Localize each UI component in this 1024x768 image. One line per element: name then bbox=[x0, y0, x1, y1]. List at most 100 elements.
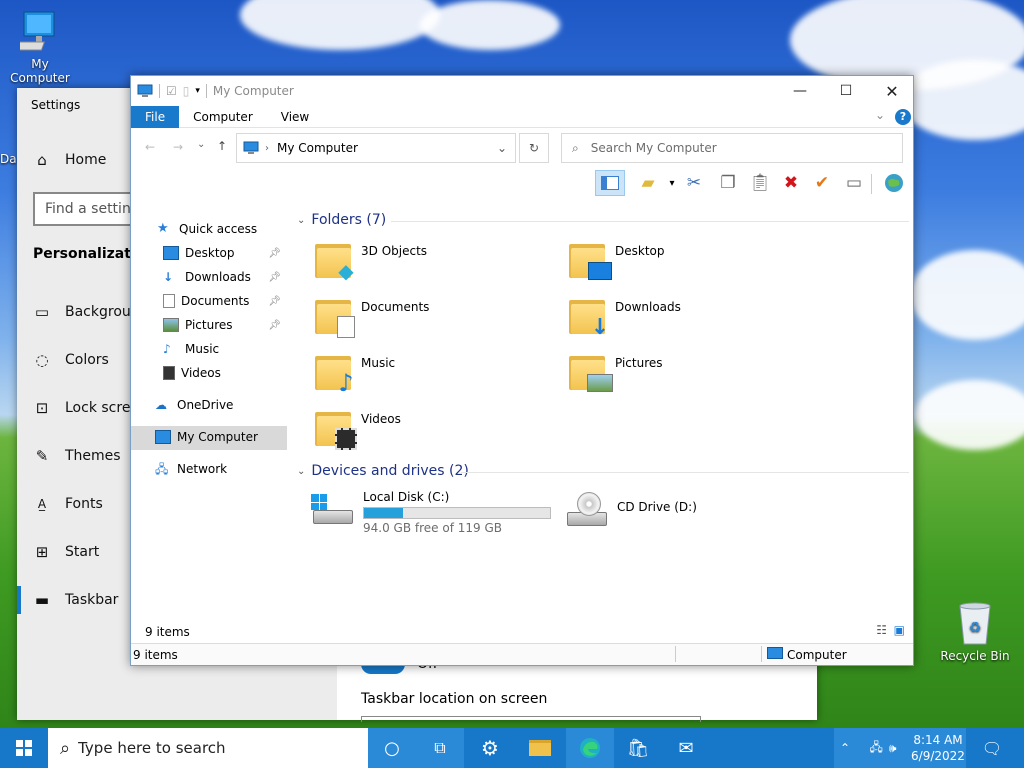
settings-item-taskbar[interactable]: ▬ Taskbar bbox=[33, 591, 119, 609]
tab-file[interactable]: File bbox=[131, 105, 180, 128]
folder-item[interactable]: ↓ Downloads bbox=[569, 296, 681, 340]
settings-item-colors[interactable]: ◌ Colors bbox=[33, 352, 108, 368]
large-icons-view-icon[interactable]: ▣ bbox=[894, 623, 905, 637]
settings-item-themes[interactable]: ✎ Themes bbox=[33, 448, 121, 464]
network-icon[interactable]: 🖧︎ bbox=[870, 738, 883, 759]
action-center-button[interactable]: 🗨︎ bbox=[968, 728, 1016, 768]
maximize-button[interactable]: ☐ bbox=[823, 76, 869, 106]
settings-title: Settings bbox=[31, 98, 81, 112]
folder-item[interactable]: Desktop bbox=[569, 240, 665, 280]
taskbar-icon: ▬ bbox=[34, 591, 50, 609]
nav-label: Desktop bbox=[185, 246, 235, 260]
nav-item-quick-access[interactable]: ★ Quick access bbox=[157, 222, 257, 237]
settings-home[interactable]: ⌂ Home bbox=[33, 152, 106, 168]
nav-item-documents[interactable]: Documents 📌︎ bbox=[163, 294, 285, 308]
settings-item-label: Taskbar bbox=[65, 592, 119, 608]
desktop-icon-label: My Computer bbox=[10, 57, 70, 85]
settings-item-start[interactable]: ⊞ Start bbox=[33, 543, 100, 561]
close-button[interactable]: ✕ bbox=[869, 76, 915, 106]
nav-item-videos[interactable]: Videos bbox=[163, 366, 221, 380]
delete-button[interactable]: ✖ bbox=[778, 170, 804, 196]
statusbar-location: Computer bbox=[787, 648, 847, 662]
taskbar-search-placeholder: Type here to search bbox=[78, 739, 226, 757]
search-input[interactable]: ⌕ Search My Computer bbox=[561, 133, 903, 163]
ribbon-expand-icon[interactable]: ⌄ bbox=[875, 108, 885, 122]
pin-icon: 📌︎ bbox=[268, 247, 281, 259]
nav-item-desktop[interactable]: Desktop 📌︎ bbox=[163, 246, 285, 260]
forward-icon[interactable]: → bbox=[173, 140, 183, 154]
computer-icon bbox=[243, 141, 259, 154]
cut-button[interactable]: ✂ bbox=[681, 170, 707, 196]
task-view-button[interactable]: ⧉ bbox=[416, 728, 464, 768]
checkmark-icon: ✔ bbox=[814, 173, 830, 193]
back-icon[interactable]: ← bbox=[145, 140, 155, 154]
nav-item-music[interactable]: ♪ Music bbox=[163, 342, 219, 356]
folder-label: Pictures bbox=[615, 356, 663, 370]
clock[interactable]: 8:14 AM 6/9/2022 bbox=[910, 728, 966, 768]
properties-icon[interactable]: ☑ bbox=[166, 84, 177, 98]
mail-taskbar-button[interactable]: ✉ bbox=[662, 728, 710, 768]
volume-icon[interactable]: 🕪︎ bbox=[889, 741, 897, 756]
folder-item[interactable]: Videos bbox=[315, 408, 401, 450]
recent-locations-icon[interactable]: ⌄ bbox=[197, 139, 205, 150]
tab-view[interactable]: View bbox=[267, 106, 323, 128]
devices-header-label: Devices and drives (2) bbox=[311, 463, 469, 479]
folder-item[interactable]: ◆ 3D Objects bbox=[315, 240, 427, 283]
devices-group-header[interactable]: ⌄ Devices and drives (2) bbox=[297, 463, 469, 479]
folder-item[interactable]: ♪ Music bbox=[315, 352, 395, 397]
drive-item-d[interactable]: CD Drive (D:) bbox=[563, 490, 697, 530]
address-dropdown-icon[interactable]: ⌄ bbox=[497, 141, 507, 155]
properties-icon: ▭ bbox=[845, 173, 863, 193]
help-icon[interactable]: ? bbox=[895, 109, 911, 125]
clipboard-icon: 📋︎ bbox=[749, 173, 771, 193]
nav-item-pictures[interactable]: Pictures 📌︎ bbox=[163, 318, 285, 332]
store-icon: 🛍︎ bbox=[626, 737, 650, 759]
desktop-icon-my-computer[interactable]: My Computer bbox=[0, 10, 80, 85]
up-icon[interactable]: ↑ bbox=[217, 139, 227, 153]
store-taskbar-button[interactable]: 🛍︎ bbox=[614, 728, 662, 768]
customize-qa-icon[interactable]: ▾ bbox=[195, 86, 200, 96]
details-view-icon[interactable]: ☷ bbox=[876, 623, 887, 637]
start-icon: ⊞ bbox=[35, 543, 49, 561]
address-bar[interactable]: › My Computer ⌄ bbox=[236, 133, 516, 163]
tab-computer[interactable]: Computer bbox=[179, 106, 267, 128]
status-bar: 9 items Computer bbox=[131, 643, 913, 665]
pictures-icon bbox=[569, 352, 613, 392]
new-folder-icon[interactable]: ▯ bbox=[183, 84, 190, 98]
nav-label: OneDrive bbox=[177, 398, 234, 412]
separator bbox=[675, 646, 676, 662]
minimize-button[interactable]: — bbox=[777, 76, 823, 106]
nav-item-onedrive[interactable]: ☁ OneDrive bbox=[155, 398, 233, 412]
start-button[interactable] bbox=[0, 728, 48, 768]
navigation-pane-button[interactable] bbox=[595, 170, 625, 196]
folder-item[interactable]: Documents bbox=[315, 296, 429, 338]
taskbar-location-label: Taskbar location on screen bbox=[361, 691, 548, 707]
music-icon: ♪ bbox=[315, 352, 354, 397]
folders-group-header[interactable]: ⌄ Folders (7) bbox=[297, 212, 386, 228]
show-hidden-icons-button[interactable]: ⌃ bbox=[834, 728, 856, 768]
edge-taskbar-button[interactable] bbox=[566, 728, 614, 768]
nav-item-my-computer[interactable]: My Computer bbox=[155, 430, 258, 444]
network-button[interactable] bbox=[881, 170, 907, 196]
file-explorer-taskbar-button[interactable] bbox=[516, 728, 564, 768]
taskbar-search-box[interactable]: ⌕ Type here to search bbox=[48, 728, 368, 768]
taskbar: ⌕ Type here to search ○ ⧉ ⚙ 🛍︎ ✉ ⌃ 🖧︎ 🕪︎… bbox=[0, 728, 1024, 768]
copy-button[interactable]: ❐ bbox=[715, 170, 741, 196]
settings-taskbar-button[interactable]: ⚙ bbox=[466, 728, 514, 768]
new-folder-button[interactable]: ▰ bbox=[635, 170, 661, 196]
cortana-button[interactable]: ○ bbox=[368, 728, 416, 768]
nav-item-downloads[interactable]: ↓ Downloads 📌︎ bbox=[163, 270, 285, 284]
paste-button[interactable]: 📋︎ bbox=[747, 170, 773, 196]
videos-icon bbox=[163, 366, 175, 380]
separator bbox=[761, 646, 762, 662]
nav-label: Pictures bbox=[185, 318, 233, 332]
taskbar-location-dropdown[interactable] bbox=[361, 716, 701, 722]
rename-button[interactable]: ✔ bbox=[809, 170, 835, 196]
desktop-icon-recycle-bin[interactable]: ♻ Recycle Bin bbox=[938, 600, 1012, 663]
drive-item-c[interactable]: Local Disk (C:) 94.0 GB free of 119 GB bbox=[309, 490, 551, 535]
settings-item-fonts[interactable]: A̲ Fonts bbox=[33, 496, 103, 512]
properties-button[interactable]: ▭ bbox=[841, 170, 867, 196]
nav-item-network[interactable]: 🖧︎ Network bbox=[155, 462, 227, 476]
folder-item[interactable]: Pictures bbox=[569, 352, 663, 392]
refresh-button[interactable]: ↻ bbox=[519, 133, 549, 163]
